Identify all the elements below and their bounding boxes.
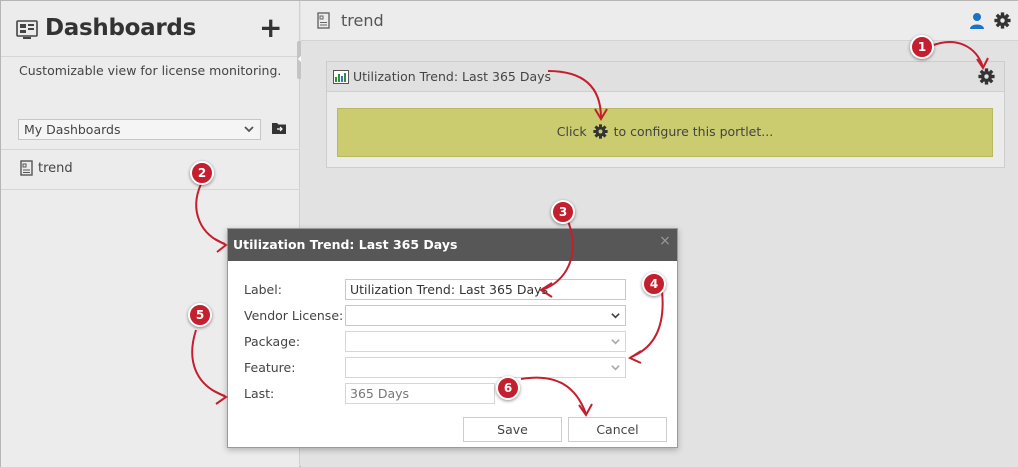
page-title: trend [341,11,384,30]
chevron-down-icon [244,126,254,133]
vendor-license-label: Vendor License: [244,308,344,323]
chevron-down-icon [611,313,620,319]
last-input[interactable]: 365 Days [345,383,495,404]
sidebar-item-trend[interactable]: trend [1,150,300,190]
portlet-header: Utilization Trend: Last 365 Days [327,62,1004,92]
label-input[interactable]: Utilization Trend: Last 365 Days [345,279,626,300]
dashboard-select-value: My Dashboards [24,122,121,137]
package-select[interactable] [345,331,626,352]
main-header: trend [301,1,1018,41]
annotation-badge-2: 2 [190,161,214,185]
sidebar-description: Customizable view for license monitoring… [19,63,282,78]
last-label: Last: [244,386,275,401]
gear-icon[interactable] [592,124,608,139]
portlet-config-dialog: Utilization Trend: Last 365 Days × Label… [227,228,678,448]
chevron-down-icon [611,365,620,371]
sidebar-header: Dashboards + [1,1,300,57]
sidebar-item-label: trend [38,161,73,176]
dialog-header: Utilization Trend: Last 365 Days × [228,229,677,261]
close-icon[interactable]: × [659,234,671,248]
annotation-badge-1: 1 [910,35,934,59]
document-icon [20,160,33,176]
sidebar-title: Dashboards [45,15,196,41]
annotation-badge-5: 5 [188,303,212,327]
portlet: Utilization Trend: Last 365 Days Click t… [326,61,1005,168]
save-button[interactable]: Save [463,417,562,442]
user-icon[interactable] [969,12,985,29]
placeholder-prefix: Click [556,124,587,139]
gear-icon[interactable] [994,12,1011,29]
folder-icon[interactable] [271,121,287,135]
chevron-down-icon [611,339,620,345]
annotation-badge-6: 6 [496,376,520,400]
feature-label: Feature: [244,360,296,375]
annotation-badge-4: 4 [642,272,666,296]
label-field-label: Label: [244,282,282,297]
feature-select[interactable] [345,357,626,378]
portlet-placeholder-text: Click to configure this portlet... [338,124,992,139]
gear-icon[interactable] [978,68,995,85]
placeholder-suffix: to configure this portlet... [613,124,774,139]
app-window: Dashboards + Customizable view for licen… [0,0,1018,467]
chart-icon [333,70,349,84]
annotation-badge-3: 3 [551,200,575,224]
package-label: Package: [244,334,301,349]
vendor-license-select[interactable] [345,305,626,326]
dashboard-select[interactable]: My Dashboards [18,119,261,140]
dialog-title: Utilization Trend: Last 365 Days [233,237,458,252]
dashboard-icon [16,20,38,39]
portlet-placeholder: Click to configure this portlet... [337,108,993,157]
document-icon [317,12,330,29]
portlet-title: Utilization Trend: Last 365 Days [353,69,552,84]
add-dashboard-button[interactable]: + [259,14,282,42]
cancel-button[interactable]: Cancel [568,417,667,442]
